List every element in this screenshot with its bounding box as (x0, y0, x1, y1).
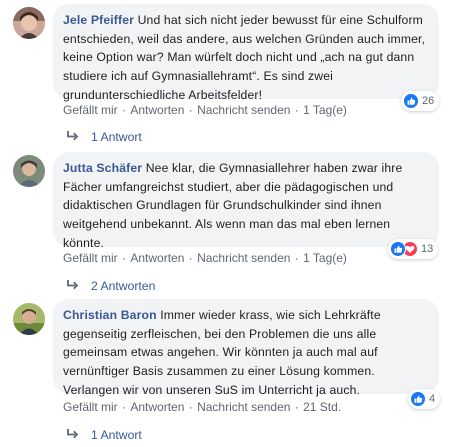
like-link[interactable]: Gefällt mir (63, 400, 118, 414)
reaction-count: 26 (422, 95, 435, 107)
comment-timestamp[interactable]: 1 Tag(e) (303, 251, 347, 265)
send-message-link[interactable]: Nachricht senden (197, 400, 290, 414)
comment-bubble: Jele Pfeiffer Und hat sich nicht jeder b… (53, 4, 439, 102)
reaction-count: 13 (421, 243, 434, 255)
view-replies-link[interactable]: 1 Antwort (66, 428, 142, 442)
comment-author[interactable]: Jele Pfeiffer (63, 13, 134, 27)
reaction-summary[interactable]: 4 (408, 389, 441, 409)
replies-count-label: 2 Antworten (91, 279, 156, 293)
replies-count-label: 1 Antwort (91, 130, 142, 144)
comment-thread: Jele Pfeiffer Und hat sich nicht jeder b… (0, 0, 454, 447)
avatar-jele-pfeiffer-image (13, 7, 45, 39)
comment-actions: Gefällt mir · Antworten · Nachricht send… (63, 251, 347, 265)
reply-link[interactable]: Antworten (130, 103, 184, 117)
comment-timestamp[interactable]: 21 Std. (303, 400, 341, 414)
comment-timestamp[interactable]: 1 Tag(e) (303, 103, 347, 117)
comment-actions: Gefällt mir · Antworten · Nachricht send… (63, 103, 347, 117)
avatar-jutta-schaefer-image (13, 155, 45, 187)
avatar[interactable] (13, 155, 45, 187)
reply-arrow-icon (66, 130, 79, 144)
like-thumb-icon (410, 391, 426, 407)
reply-arrow-icon (66, 428, 79, 442)
avatar[interactable] (13, 7, 45, 39)
send-message-link[interactable]: Nachricht senden (197, 103, 290, 117)
like-thumb-icon (403, 93, 419, 109)
like-link[interactable]: Gefällt mir (63, 251, 118, 265)
comment-actions: Gefällt mir · Antworten · Nachricht send… (63, 400, 342, 414)
comment-author[interactable]: Jutta Schäfer (63, 161, 142, 175)
reply-link[interactable]: Antworten (130, 251, 184, 265)
reaction-count: 4 (429, 393, 436, 405)
comment-bubble: Jutta Schäfer Nee klar, die Gymnasialleh… (53, 152, 439, 250)
replies-count-label: 1 Antwort (91, 428, 142, 442)
avatar-christian-baron-image (13, 303, 45, 335)
like-link[interactable]: Gefällt mir (63, 103, 118, 117)
comment-author[interactable]: Christian Baron (63, 308, 157, 322)
avatar[interactable] (13, 303, 45, 335)
comment-bubble: Christian Baron Immer wieder krass, wie … (53, 299, 439, 397)
reply-arrow-icon (66, 279, 79, 293)
reaction-summary[interactable]: 26 (401, 91, 440, 111)
view-replies-link[interactable]: 2 Antworten (66, 279, 155, 293)
like-thumb-icon (390, 241, 406, 257)
send-message-link[interactable]: Nachricht senden (197, 251, 290, 265)
view-replies-link[interactable]: 1 Antwort (66, 130, 142, 144)
reaction-summary[interactable]: 13 (388, 239, 439, 259)
reply-link[interactable]: Antworten (130, 400, 184, 414)
